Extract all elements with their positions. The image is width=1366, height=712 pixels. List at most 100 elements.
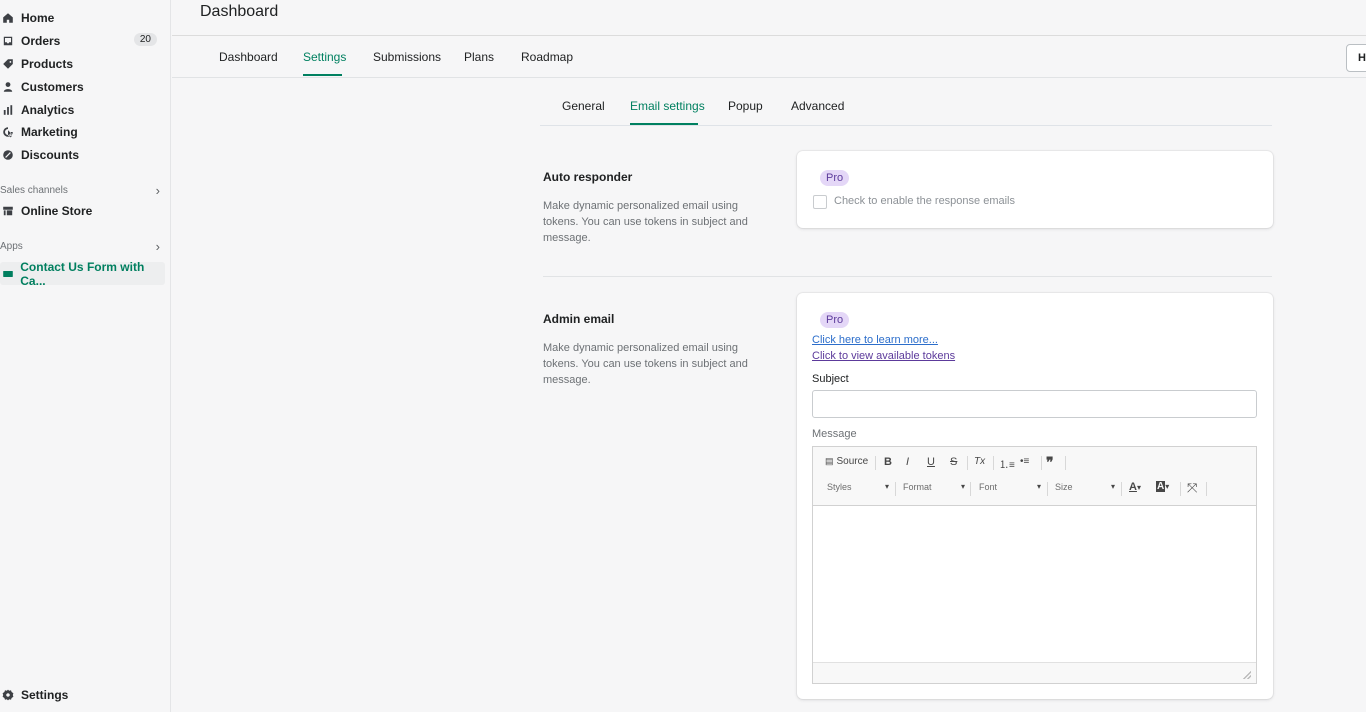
sidebar: Home Orders 20 Products Customers Analyt… [0, 0, 171, 712]
sidebar-item-marketing[interactable]: Marketing [0, 122, 165, 142]
styles-dropdown[interactable]: Styles ▾ [827, 482, 889, 496]
tab-submissions[interactable]: Submissions [373, 50, 441, 64]
sales-channels-label: Sales channels [0, 185, 68, 196]
sidebar-item-settings[interactable]: Settings [0, 685, 165, 705]
enable-response-emails-checkbox[interactable] [813, 195, 827, 209]
bulleted-list-icon[interactable]: •≡ [1020, 456, 1029, 467]
auto-responder-card: Pro Check to enable the response emails [797, 151, 1273, 228]
subtab-general[interactable]: General [562, 99, 605, 113]
bar-chart-icon [1, 103, 15, 117]
source-icon: ▤ [825, 456, 834, 466]
blockquote-icon[interactable]: ❞ [1046, 454, 1054, 471]
sidebar-item-label: Online Store [21, 204, 93, 218]
orders-icon [1, 34, 15, 48]
sidebar-item-home[interactable]: Home [0, 8, 165, 28]
toolbar-separator [1041, 456, 1042, 470]
page-title: Dashboard [200, 3, 279, 20]
sidebar-item-label: Orders [21, 34, 61, 48]
active-subtab-indicator [630, 123, 698, 125]
toolbar-separator [967, 456, 968, 470]
dropdown-arrow-icon: ▾ [884, 482, 889, 491]
dropdown-arrow-icon: ▾ [1036, 482, 1041, 491]
sidebar-item-label: Marketing [21, 125, 78, 139]
toolbar-separator [895, 482, 896, 496]
pro-badge: Pro [820, 312, 850, 328]
bold-button[interactable]: B [884, 456, 892, 468]
enable-response-emails-label[interactable]: Check to enable the response emails [834, 195, 1015, 207]
sidebar-item-analytics[interactable]: Analytics [0, 100, 165, 120]
remove-format-button[interactable]: Tx [974, 456, 985, 467]
subtab-email-settings[interactable]: Email settings [630, 99, 705, 113]
tab-plans[interactable]: Plans [464, 50, 494, 64]
view-tokens-link[interactable]: Click to view available tokens [812, 350, 955, 362]
toolbar-separator [1121, 482, 1122, 496]
gear-icon [1, 688, 15, 702]
page-header: Dashboard [172, 0, 1366, 36]
section-divider [543, 276, 1272, 277]
main-tabs: Dashboard Settings Submissions Plans Roa… [172, 37, 1366, 78]
size-dropdown[interactable]: Size ▾ [1055, 482, 1115, 496]
editor-toolbar: ▤ Source B I U S Tx ⒈≡ •≡ ❞ Styles ▾ Form… [813, 447, 1256, 506]
toolbar-separator [1180, 482, 1181, 496]
toolbar-separator [875, 456, 876, 470]
font-dropdown[interactable]: Font ▾ [979, 482, 1041, 496]
background-color-button[interactable]: A ▾ [1156, 481, 1169, 492]
help-button[interactable]: H [1346, 44, 1366, 72]
auto-responder-title: Auto responder [543, 170, 633, 184]
admin-email-title: Admin email [543, 312, 615, 326]
sidebar-item-online-store[interactable]: Online Store [0, 201, 165, 221]
marketing-icon [1, 125, 15, 139]
sales-channels-section[interactable]: Sales channels › [0, 183, 160, 198]
sidebar-item-label: Settings [21, 688, 69, 702]
source-button[interactable]: ▤ Source [825, 456, 868, 467]
toolbar-separator [1047, 482, 1048, 496]
home-icon [1, 11, 15, 25]
sidebar-item-label: Products [21, 57, 74, 71]
orders-count-badge: 20 [133, 33, 157, 46]
subtab-advanced[interactable]: Advanced [791, 99, 844, 113]
sidebar-item-label: Discounts [21, 148, 80, 162]
learn-more-link[interactable]: Click here to learn more... [812, 334, 938, 346]
sidebar-item-label: Analytics [21, 103, 75, 117]
sidebar-item-customers[interactable]: Customers [0, 77, 165, 97]
sidebar-item-label: Contact Us Form with Ca... [20, 259, 145, 288]
subject-input[interactable] [812, 390, 1257, 418]
italic-button[interactable]: I [906, 456, 909, 468]
store-icon [1, 204, 15, 218]
sidebar-item-products[interactable]: Products [0, 54, 165, 74]
active-tab-indicator [303, 74, 342, 76]
sidebar-item-orders[interactable]: Orders 20 [0, 31, 165, 51]
apps-section[interactable]: Apps › [0, 239, 160, 254]
auto-responder-description: Make dynamic personalized email using to… [543, 200, 748, 244]
sidebar-item-label: Home [21, 11, 55, 25]
message-rich-text-editor[interactable]: ▤ Source B I U S Tx ⒈≡ •≡ ❞ Styles ▾ Form… [812, 446, 1257, 684]
tab-roadmap[interactable]: Roadmap [521, 50, 573, 64]
subtab-popup[interactable]: Popup [728, 99, 763, 113]
chevron-right-icon: › [155, 183, 160, 198]
apps-label: Apps [0, 241, 23, 252]
resize-handle-icon[interactable] [1243, 671, 1251, 679]
toolbar-separator [1206, 482, 1207, 496]
discount-icon [1, 148, 15, 162]
underline-button[interactable]: U [927, 456, 935, 468]
tab-dashboard[interactable]: Dashboard [219, 50, 278, 64]
text-color-button[interactable]: A ▾ [1129, 481, 1141, 493]
sidebar-item-label: Customers [21, 80, 84, 94]
maximize-icon[interactable]: ⤧ [1187, 480, 1197, 496]
toolbar-separator [993, 456, 994, 470]
tag-icon [1, 57, 15, 71]
dropdown-arrow-icon: ▾ [960, 482, 965, 491]
person-icon [1, 80, 15, 94]
admin-email-description: Make dynamic personalized email using to… [543, 342, 748, 386]
format-dropdown[interactable]: Format ▾ [903, 482, 965, 496]
strikethrough-button[interactable]: S [950, 456, 957, 468]
message-label: Message [812, 428, 857, 440]
chevron-right-icon: › [155, 239, 160, 254]
pro-badge: Pro [820, 170, 850, 186]
sidebar-item-discounts[interactable]: Discounts [0, 145, 165, 165]
dropdown-arrow-icon: ▾ [1110, 482, 1115, 491]
numbered-list-icon[interactable]: ⒈≡ [999, 456, 1015, 471]
sidebar-item-contact-us-app[interactable]: Contact Us Form with Ca... [0, 259, 165, 288]
tab-settings[interactable]: Settings [303, 50, 346, 64]
admin-email-card: Pro Click here to learn more... Click to… [797, 293, 1273, 699]
